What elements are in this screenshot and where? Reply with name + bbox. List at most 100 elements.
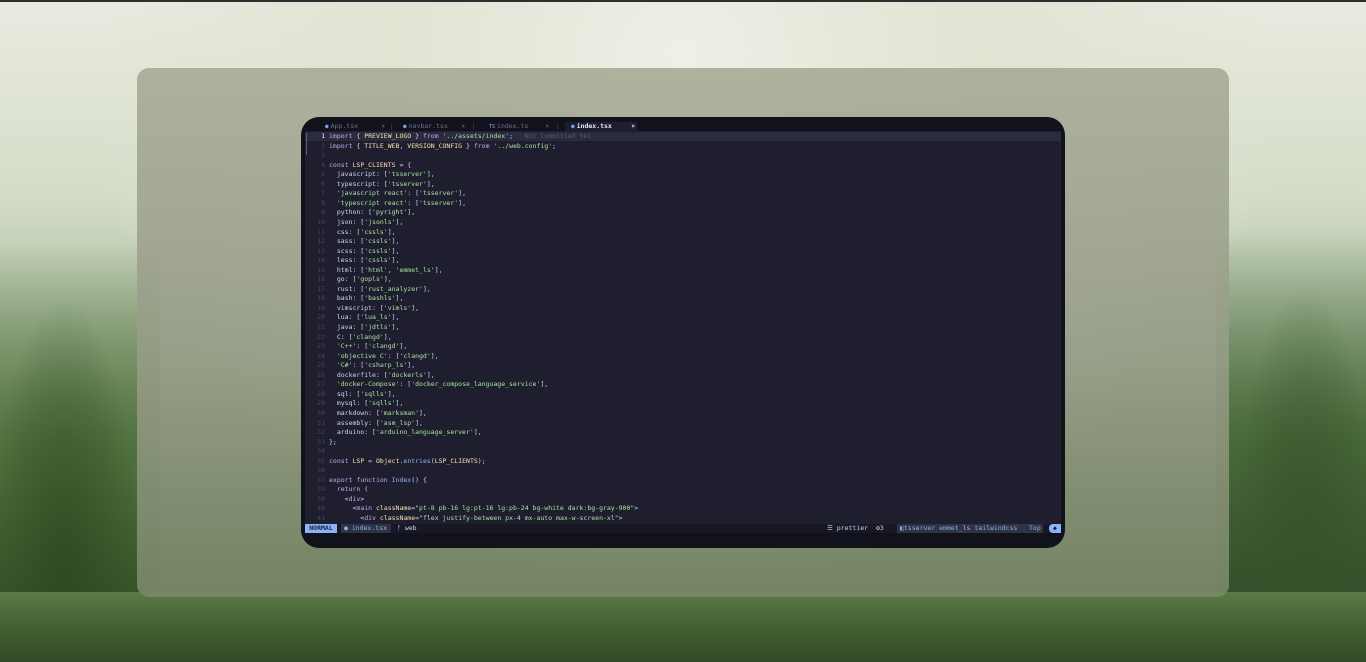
tab-index-ts[interactable]: TS index.ts × (489, 122, 549, 131)
line-text: 'docker-Compose': ['docker_compose_langu… (336, 380, 549, 389)
code-line[interactable]: 27 'docker-Compose': ['docker_compose_la… (305, 380, 1061, 390)
code-line[interactable]: 39 <div> (305, 495, 1061, 505)
line-text: typescript: ['tsserver'], (329, 179, 435, 188)
code-line[interactable]: 1 import { PREVIEW_LOGO } from '../assets… (305, 132, 1061, 142)
code-line[interactable]: 35 const LSP = Object.entries(LSP_CLIENTS… (305, 457, 1061, 467)
code-line[interactable]: 13 scss: ['cssls'], (305, 247, 1061, 257)
line-text: scss: ['cssls'], (329, 246, 400, 255)
line-text: 'C++': ['clangd'], (336, 342, 408, 351)
code-line[interactable]: 17 rust: ['rust_analyzer'], (305, 285, 1061, 295)
code-line[interactable]: 36 (305, 466, 1061, 476)
code-line[interactable]: 38 return ( (305, 485, 1061, 495)
mode-indicator: NORMAL (305, 524, 337, 533)
tab-label: navbar.tsx (408, 122, 448, 130)
code-line[interactable]: 18 bash: ['bashls'], (305, 294, 1061, 304)
line-text: bash: ['bashls'], (329, 294, 404, 303)
line-number: 2 (321, 141, 325, 150)
line-number: 23 (317, 342, 325, 351)
line-text: 'objective C': ['clangd'], (336, 351, 439, 360)
code-line[interactable]: 20 lua: ['lua_ls'], (305, 313, 1061, 323)
code-line[interactable]: 2 import { TITLE_WEB, VERSION_CONFIG } fr… (305, 142, 1061, 152)
line-text: javascript: ['tsserver'], (329, 170, 435, 179)
code-line[interactable]: 25 'C#': ['csharp_ls'], (305, 361, 1061, 371)
line-number: 24 (317, 351, 325, 360)
code-line[interactable]: 30 markdown: ['marksman'], (305, 409, 1061, 419)
line-text: mysql: ['sqlls'], (329, 399, 404, 408)
line-number: 27 (317, 380, 325, 389)
line-text: sass: ['cssls'], (329, 237, 400, 246)
formatter-status: ☰ prettier (827, 524, 868, 533)
code-line[interactable]: 8 'typescript react': ['tsserver'], (305, 199, 1061, 209)
code-line[interactable]: 21 java: ['jdtls'], (305, 323, 1061, 333)
diagnostics-count: ⚙3 (876, 524, 884, 533)
react-icon: ● (344, 524, 352, 532)
code-line[interactable]: 9 python: ['pyright'], (305, 208, 1061, 218)
formatter-icon: ☰ (827, 524, 837, 532)
code-line[interactable]: 12 sass: ['cssls'], (305, 237, 1061, 247)
line-number: 19 (317, 303, 325, 312)
close-icon[interactable]: × (381, 122, 385, 131)
tab-label: index.tsx (576, 122, 612, 130)
code-line[interactable]: 4 const LSP_CLIENTS = { (305, 161, 1061, 171)
line-number: 17 (317, 284, 325, 293)
code-line[interactable]: 34 (305, 447, 1061, 457)
tab-app-tsx[interactable]: ● App.tsx × (325, 122, 385, 131)
line-number: 34 (317, 447, 325, 456)
code-line[interactable]: 19 vimscript: ['vimls'], (305, 304, 1061, 314)
line-number: 37 (317, 475, 325, 484)
line-text: <main className="pt-8 pb-16 lg:pt-16 lg:… (329, 504, 639, 513)
code-line[interactable]: 23 'C++': ['clangd'], (305, 342, 1061, 352)
code-line[interactable]: 37 export function Index() { (305, 476, 1061, 486)
line-text: markdown: ['marksman'], (329, 408, 427, 417)
tab-separator (557, 123, 558, 130)
code-line[interactable]: 22 C: ['clangd'], (305, 333, 1061, 343)
code-line[interactable]: 31 assembly: ['asm_lsp'], (305, 419, 1061, 429)
line-number: 18 (317, 294, 325, 303)
line-number: 29 (317, 399, 325, 408)
line-text: less: ['cssls'], (329, 256, 400, 265)
tab-navbar-tsx[interactable]: ● navbar.tsx × (403, 122, 465, 131)
code-line[interactable]: 41 <div className="flex justify-between … (305, 514, 1061, 524)
code-line[interactable]: 7 'javascript react': ['tsserver'], (305, 189, 1061, 199)
line-text: const LSP_CLIENTS = { (329, 160, 412, 169)
code-buffer[interactable]: 1 import { PREVIEW_LOGO } from '../assets… (305, 131, 1061, 524)
code-line[interactable]: 29 mysql: ['sqlls'], (305, 399, 1061, 409)
line-number: 14 (317, 256, 325, 265)
code-line[interactable]: 5 javascript: ['tsserver'], (305, 170, 1061, 180)
line-number: 25 (317, 361, 325, 370)
code-line[interactable]: 28 sql: ['sqlls'], (305, 390, 1061, 400)
code-line[interactable]: 10 json: ['jsonls'], (305, 218, 1061, 228)
close-icon[interactable]: × (631, 122, 635, 131)
code-line[interactable]: 40 <main className="pt-8 pb-16 lg:pt-16 … (305, 504, 1061, 514)
line-text: css: ['cssls'], (329, 227, 396, 236)
line-number: 12 (317, 237, 325, 246)
code-line[interactable]: 24 'objective C': ['clangd'], (305, 352, 1061, 362)
git-blame-hint: Not Committed Yet (512, 132, 592, 140)
close-icon[interactable]: × (461, 122, 465, 131)
line-number: 7 (321, 189, 325, 198)
code-line[interactable]: 16 go: ['gopls'], (305, 275, 1061, 285)
code-line[interactable]: 3 (305, 151, 1061, 161)
code-line[interactable]: 11 css: ['cssls'], (305, 228, 1061, 238)
close-icon[interactable]: × (545, 122, 549, 131)
line-text: python: ['pyright'], (329, 208, 416, 217)
line-text: return ( (336, 485, 369, 494)
tab-separator (473, 123, 474, 130)
line-text: lua: ['lua_ls'], (329, 313, 400, 322)
tab-label: index.ts (497, 122, 529, 130)
code-line[interactable]: 14 less: ['cssls'], (305, 256, 1061, 266)
terminal-editor-window[interactable]: ● App.tsx × ● navbar.tsx × TS index.ts × ● i… (301, 117, 1065, 548)
lsp-clients: ◧tsserver emmet_ls tailwindcss (897, 524, 1043, 533)
code-line[interactable]: 33}; (305, 438, 1061, 448)
formatter-name: prettier (836, 524, 869, 532)
tab-index-tsx[interactable]: ● index.tsx × (565, 122, 637, 131)
react-icon: ● (403, 123, 407, 130)
code-line[interactable]: 32 arduino: ['arduino_language_server'], (305, 428, 1061, 438)
code-line[interactable]: 26 dockerfile: ['dockerls'], (305, 371, 1061, 381)
lsp-clients-text: tsserver emmet_ls tailwindcss (903, 524, 1018, 532)
code-line[interactable]: 15 html: ['html', 'emmet_ls'], (305, 266, 1061, 276)
code-line[interactable]: 6 typescript: ['tsserver'], (305, 180, 1061, 190)
line-text: const LSP = Object.entries(LSP_CLIENTS); (329, 456, 486, 465)
line-text: html: ['html', 'emmet_ls'], (329, 265, 443, 274)
line-text: vimscript: ['vimls'], (329, 303, 420, 312)
